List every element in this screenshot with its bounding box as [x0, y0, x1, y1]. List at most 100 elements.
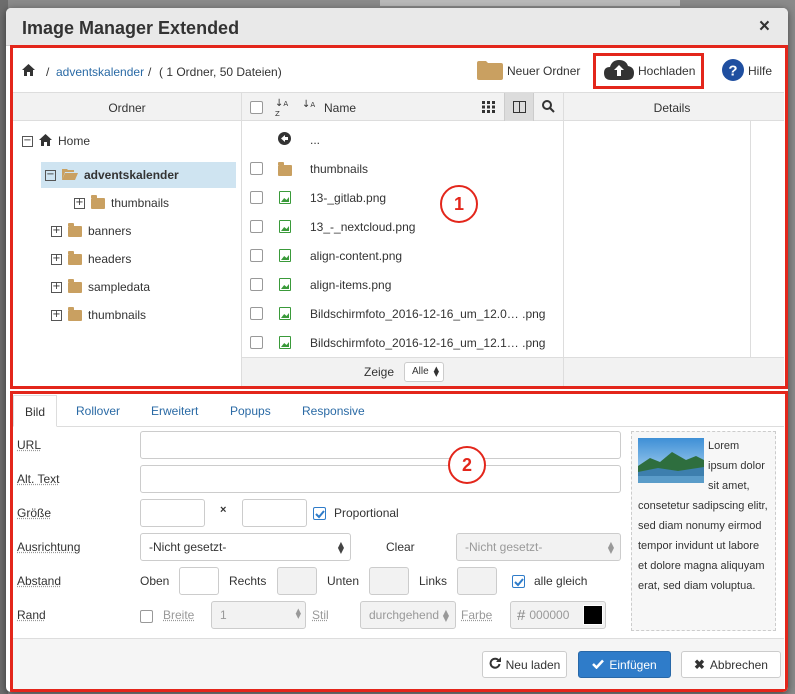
file-list: ... thumbnails 13-_gitlab.png 13_-_nextc…: [242, 121, 563, 357]
list-item[interactable]: 13-_gitlab.png: [242, 183, 563, 212]
upload-button[interactable]: Hochladen: [604, 58, 695, 84]
sort-name-icon[interactable]: ↓A: [302, 99, 315, 110]
row-checkbox[interactable]: [250, 307, 263, 320]
tab-popups[interactable]: Popups: [230, 395, 271, 427]
row-checkbox[interactable]: [250, 249, 263, 262]
cancel-button[interactable]: ✖ Abbrechen: [681, 651, 781, 678]
grid-view-icon[interactable]: [482, 101, 495, 116]
search-icon[interactable]: [542, 100, 555, 116]
close-button[interactable]: ×: [759, 17, 770, 37]
expand-icon[interactable]: +: [51, 309, 62, 321]
collapse-icon[interactable]: −: [45, 169, 56, 181]
list-item-label: 13_-_nextcloud.png: [310, 219, 416, 234]
expand-icon[interactable]: +: [51, 253, 62, 265]
list-item[interactable]: align-content.png: [242, 241, 563, 270]
stepper-icon: ▲ ▼: [295, 607, 301, 620]
show-count-select[interactable]: Alle ▲ ▼: [404, 362, 444, 382]
dialog-footer: Neu laden Einfügen ✖ Abbrechen: [13, 638, 784, 690]
help-button[interactable]: ? Hilfe: [722, 58, 772, 84]
list-item-folder[interactable]: thumbnails: [242, 154, 563, 183]
spacing-top-field[interactable]: [179, 567, 219, 595]
spacing-right-field[interactable]: [277, 567, 317, 595]
callout-one: 1: [440, 185, 478, 223]
border-color-field[interactable]: # 000000: [510, 601, 606, 629]
list-item-parent[interactable]: ...: [242, 125, 563, 154]
tree-item-label: thumbnails: [88, 308, 147, 322]
expand-icon[interactable]: +: [74, 197, 85, 209]
insert-button[interactable]: Einfügen: [578, 651, 671, 678]
folder-icon: [68, 306, 82, 321]
clear-select[interactable]: -Nicht gesetzt- ▲ ▼: [456, 533, 621, 561]
new-folder-button[interactable]: Neuer Ordner: [477, 58, 580, 84]
list-item-label: Bildschirmfoto_2016-12-16_um_12.1… .png: [310, 335, 546, 350]
list-item[interactable]: Bildschirmfoto_2016-12-16_um_12.0… .png: [242, 299, 563, 328]
breadcrumb-separator: /: [46, 65, 50, 79]
home-icon[interactable]: [22, 64, 35, 79]
row-checkbox[interactable]: [250, 162, 263, 175]
insert-label: Einfügen: [609, 657, 657, 672]
show-count-value: Alle: [412, 366, 429, 377]
list-item-label: align-content.png: [310, 248, 403, 263]
all-equal-checkbox[interactable]: [512, 575, 525, 588]
tree-item-banners[interactable]: + banners: [51, 218, 131, 244]
border-width-field[interactable]: 1 ▲ ▼: [211, 601, 306, 629]
alignment-value: -Nicht gesetzt-: [149, 540, 227, 554]
row-checkbox[interactable]: [250, 220, 263, 233]
alignment-select[interactable]: -Nicht gesetzt- ▲ ▼: [140, 533, 351, 561]
width-field[interactable]: [140, 499, 205, 527]
select-all-checkbox[interactable]: [250, 101, 263, 114]
list-item[interactable]: Bildschirmfoto_2016-12-16_um_12.1… .png: [242, 328, 563, 357]
size-label: Größe: [17, 506, 52, 520]
breadcrumb-folder-link[interactable]: adventskalender: [56, 65, 144, 79]
proportional-label: Proportional: [334, 506, 399, 520]
sort-az-icon[interactable]: ↓A Z: [275, 99, 288, 119]
list-item-label: thumbnails: [310, 161, 369, 176]
tree-item-sampledata[interactable]: + sampledata: [51, 274, 150, 300]
row-checkbox[interactable]: [250, 191, 263, 204]
tree-item-label: Home: [58, 134, 91, 148]
reload-label: Neu laden: [505, 657, 561, 672]
tab-responsive[interactable]: Responsive: [302, 395, 365, 427]
dialog-titlebar: Image Manager Extended ×: [6, 8, 788, 46]
dialog-title: Image Manager Extended: [22, 18, 240, 38]
border-style-select[interactable]: durchgehend ▲ ▼: [360, 601, 456, 629]
border-style-label: Stil: [312, 608, 329, 622]
list-item-label: align-items.png: [310, 277, 392, 292]
list-item[interactable]: align-items.png: [242, 270, 563, 299]
border-checkbox[interactable]: [140, 610, 153, 623]
collapse-icon[interactable]: −: [22, 135, 33, 147]
tree-item-label: sampledata: [88, 280, 151, 294]
tab-erweitert[interactable]: Erweitert: [151, 395, 198, 427]
name-header-label[interactable]: Name: [324, 101, 356, 115]
reload-button[interactable]: Neu laden: [482, 651, 567, 678]
tree-item-adventskalender[interactable]: − adventskalender: [41, 162, 236, 188]
height-field[interactable]: [242, 499, 307, 527]
image-manager-dialog: Image Manager Extended × / adventskalend…: [6, 8, 788, 692]
alt-text-field[interactable]: [140, 465, 621, 493]
proportional-checkbox[interactable]: [313, 507, 326, 520]
list-item[interactable]: 13_-_nextcloud.png: [242, 212, 563, 241]
row-checkbox[interactable]: [250, 336, 263, 349]
expand-icon[interactable]: +: [51, 225, 62, 237]
border-label: Rand: [17, 608, 46, 622]
spacing-left-label: Links: [419, 574, 448, 588]
color-swatch[interactable]: [583, 605, 603, 625]
arrow-left-circle-icon: [278, 131, 291, 148]
expand-icon[interactable]: +: [51, 281, 62, 293]
folder-tree: − Home − adventskalender + thumbnails + …: [13, 121, 241, 386]
row-checkbox[interactable]: [250, 278, 263, 291]
tree-item-headers[interactable]: + headers: [51, 246, 131, 272]
help-label: Hilfe: [748, 64, 773, 78]
url-field[interactable]: [140, 431, 621, 459]
spacing-bottom-field[interactable]: [369, 567, 409, 595]
details-view-icon[interactable]: [504, 93, 534, 121]
cancel-label: Abbrechen: [709, 657, 768, 672]
tree-item-home[interactable]: − Home: [22, 128, 90, 154]
tree-item-thumbnails-child[interactable]: + thumbnails: [74, 190, 169, 216]
tab-bild[interactable]: Bild: [13, 395, 58, 427]
background-strip: [380, 0, 680, 6]
list-item-label: ...: [310, 132, 321, 147]
spacing-left-field[interactable]: [457, 567, 497, 595]
tab-rollover[interactable]: Rollover: [76, 395, 120, 427]
tree-item-thumbnails[interactable]: + thumbnails: [51, 302, 146, 328]
